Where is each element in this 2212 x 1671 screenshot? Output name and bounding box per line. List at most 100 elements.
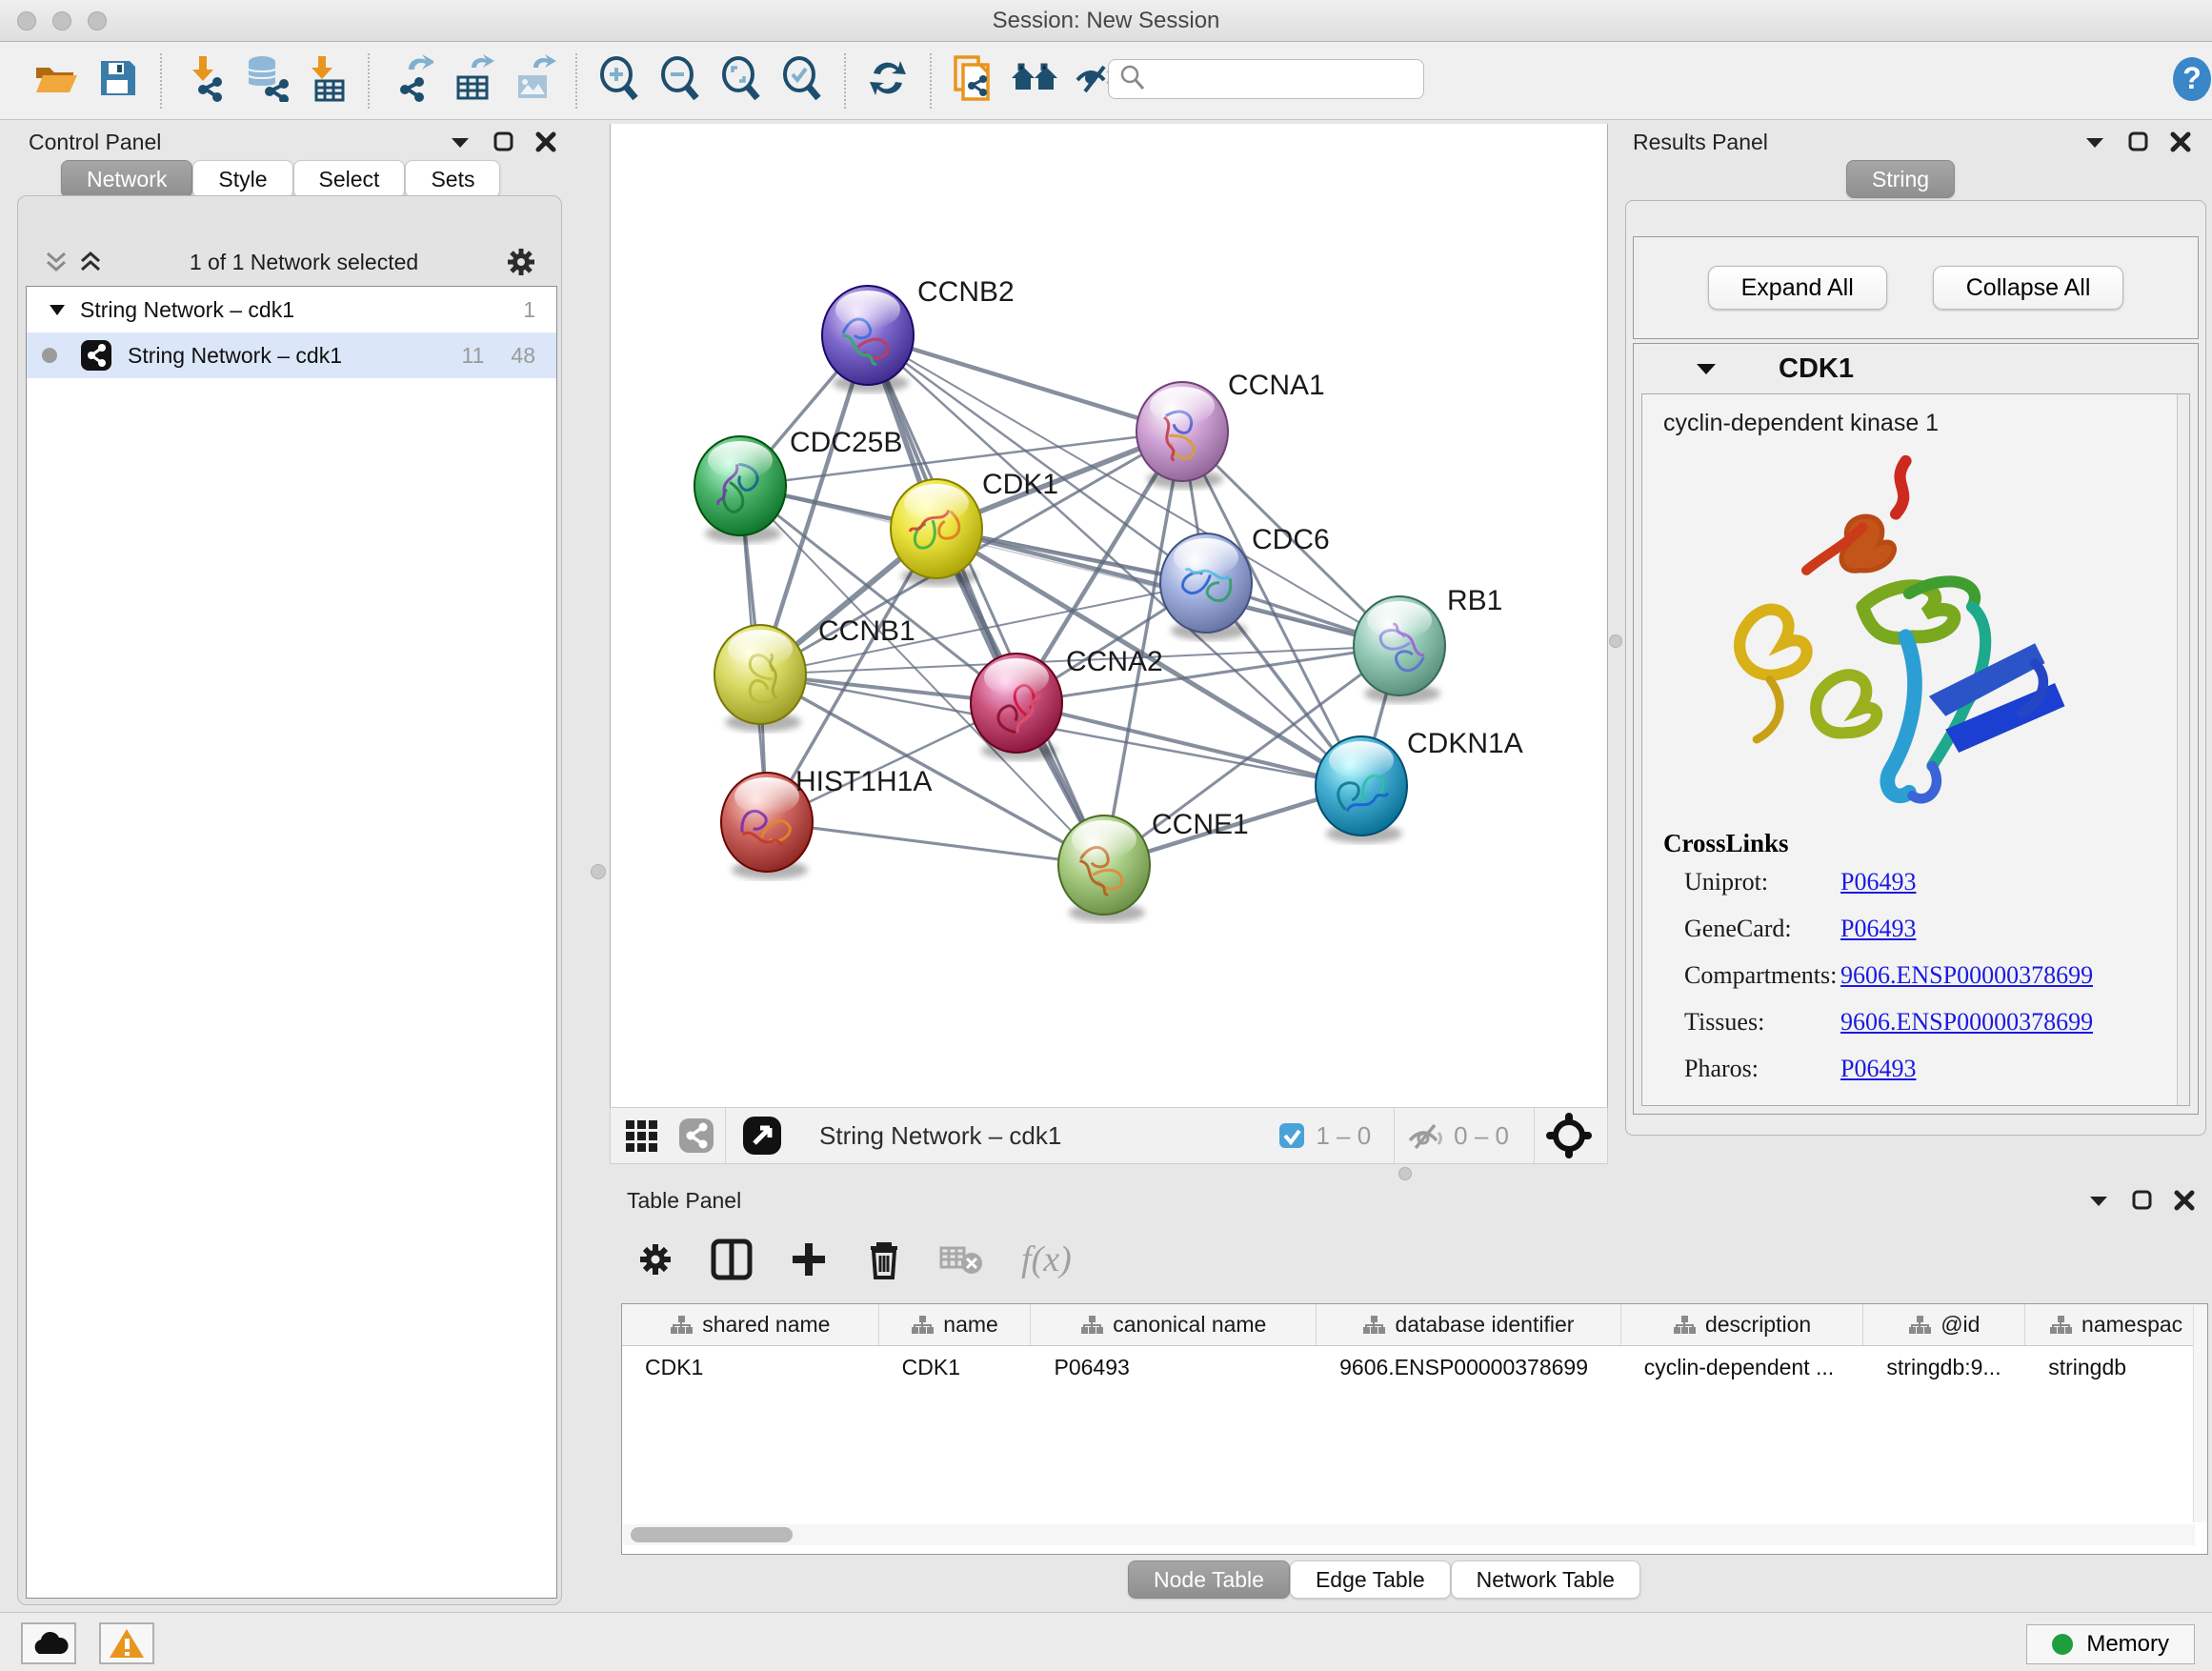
network-selection-status: 1 of 1 Network selected (103, 250, 505, 275)
node-CCNB2[interactable]: CCNB2 (822, 276, 1015, 393)
zoom-in-button[interactable] (589, 52, 650, 110)
node-table[interactable]: shared namenamecanonical namedatabase id… (621, 1303, 2208, 1555)
node-HIST1H1A[interactable]: HIST1H1A (721, 766, 932, 879)
crosslink-link[interactable]: P06493 (1840, 915, 1916, 943)
minimize-window-button[interactable] (52, 11, 71, 30)
zoom-window-button[interactable] (88, 11, 107, 30)
float-panel-icon[interactable] (493, 131, 514, 152)
crosslink-link[interactable]: P06493 (1840, 1055, 1916, 1083)
crosslinks-header: CrossLinks (1663, 829, 2093, 858)
node-label-CCNA2: CCNA2 (1066, 646, 1163, 677)
show-all-button[interactable] (1004, 52, 1065, 110)
scrollbar-thumb[interactable] (631, 1527, 793, 1542)
expand-all-button[interactable]: Expand All (1708, 266, 1887, 310)
collection-expand-icon[interactable] (48, 302, 67, 317)
bottom-splitter-handle[interactable] (1398, 1167, 1412, 1180)
export-image-button[interactable] (503, 52, 564, 110)
save-session-button[interactable] (88, 52, 149, 110)
results-scrollbar[interactable] (2177, 394, 2189, 1105)
network-collection-row[interactable]: String Network – cdk1 1 (27, 287, 556, 332)
table-options-gear-icon[interactable] (636, 1240, 674, 1278)
right-splitter-handle[interactable] (1609, 634, 1622, 648)
column-header-@id[interactable]: @id (1863, 1304, 2025, 1345)
add-column-icon[interactable] (789, 1239, 829, 1279)
zoom-fit-button[interactable] (711, 52, 772, 110)
delete-column-icon[interactable] (865, 1238, 903, 1280)
column-header-canonical-name[interactable]: canonical name (1031, 1304, 1317, 1345)
grid-view-icon[interactable] (624, 1117, 662, 1155)
help-button[interactable]: ? (2168, 55, 2212, 103)
show-columns-icon[interactable] (711, 1238, 753, 1280)
tab-style[interactable]: Style (192, 160, 292, 198)
tab-node-table[interactable]: Node Table (1128, 1560, 1290, 1599)
network-options-gear-icon[interactable] (505, 246, 537, 278)
column-header-namespac[interactable]: namespac (2025, 1304, 2207, 1345)
selected-checkbox-icon[interactable] (1277, 1121, 1306, 1150)
import-network-from-file-button[interactable] (173, 52, 234, 110)
memory-button[interactable]: Memory (2026, 1624, 2195, 1664)
warnings-button[interactable] (99, 1622, 154, 1664)
crosslink-row: Pharos:P06493 (1663, 1055, 2093, 1083)
crosslink-row: Compartments:9606.ENSP00000378699 (1663, 961, 2093, 990)
node-CDK1[interactable]: CDK1 (891, 469, 1058, 586)
column-header-name[interactable]: name (879, 1304, 1032, 1345)
zoom-out-button[interactable] (650, 52, 711, 110)
table-row[interactable]: CDK1CDK1P064939606.ENSP00000378699cyclin… (622, 1346, 2207, 1388)
close-panel-icon[interactable] (2170, 131, 2191, 152)
node-CDC25B[interactable]: CDC25B (694, 427, 902, 543)
import-table-from-file-button[interactable] (295, 52, 356, 110)
close-panel-icon[interactable] (535, 131, 556, 152)
panel-menu-icon[interactable] (450, 134, 473, 150)
panel-menu-icon[interactable] (2084, 134, 2107, 150)
crosslink-link[interactable]: 9606.ENSP00000378699 (1840, 1008, 2093, 1037)
export-table-button[interactable] (442, 52, 503, 110)
node-CCNA1[interactable]: CCNA1 (1136, 370, 1325, 489)
crosslink-link[interactable]: P06493 (1840, 868, 1916, 896)
collapse-all-icon[interactable] (44, 250, 69, 274)
tab-edge-table[interactable]: Edge Table (1290, 1560, 1451, 1599)
network-row[interactable]: String Network – cdk1 11 48 (27, 332, 556, 378)
birds-eye-view-icon[interactable] (741, 1115, 783, 1157)
table-horizontal-scrollbar[interactable] (623, 1524, 2195, 1545)
float-panel-icon[interactable] (2128, 131, 2149, 152)
tab-string[interactable]: String (1846, 160, 1955, 198)
edge-CCNB2-CCNA1[interactable] (868, 335, 1182, 432)
node-CDKN1A[interactable]: CDKN1A (1316, 728, 1523, 843)
panel-menu-icon[interactable] (2088, 1193, 2111, 1208)
open-session-button[interactable] (27, 52, 88, 110)
refresh-button[interactable] (857, 52, 918, 110)
table-vertical-scrollbar[interactable] (2193, 1305, 2207, 1522)
node-RB1[interactable]: RB1 (1354, 585, 1502, 703)
export-network-button[interactable] (381, 52, 442, 110)
crosslink-link[interactable]: 9606.ENSP00000378699 (1840, 961, 2093, 990)
clone-network-button[interactable] (943, 52, 1004, 110)
float-panel-icon[interactable] (2132, 1190, 2153, 1211)
close-window-button[interactable] (17, 11, 36, 30)
column-header-shared-name[interactable]: shared name (622, 1304, 879, 1345)
import-network-from-database-button[interactable] (234, 52, 295, 110)
network-canvas[interactable]: CCNB2CCNA1CDC25BCDK1CDC6RB1CCNB1CCNA2CDK… (610, 124, 1608, 1107)
collapse-all-button[interactable]: Collapse All (1933, 266, 2124, 310)
column-header-database-identifier[interactable]: database identifier (1317, 1304, 1621, 1345)
left-splitter-handle[interactable] (591, 864, 606, 879)
cloud-button[interactable] (21, 1622, 76, 1664)
tab-sets[interactable]: Sets (405, 160, 500, 198)
zoom-selected-button[interactable] (772, 52, 833, 110)
node-CCNE1[interactable]: CCNE1 (1058, 809, 1249, 922)
table-cell: CDK1 (879, 1346, 1032, 1388)
section-collapse-icon[interactable] (1695, 361, 1718, 376)
string-view-icon[interactable] (677, 1117, 715, 1155)
fit-selected-target-icon[interactable] (1544, 1111, 1594, 1160)
crosslink-row: GeneCard:P06493 (1663, 915, 2093, 943)
column-header-description[interactable]: description (1621, 1304, 1864, 1345)
expand-all-icon[interactable] (78, 250, 103, 274)
search-box[interactable] (1108, 59, 1424, 99)
tab-select[interactable]: Select (293, 160, 406, 198)
node-label-CDKN1A: CDKN1A (1407, 728, 1523, 759)
tab-network-table[interactable]: Network Table (1451, 1560, 1640, 1599)
edge-CCNA2-CDKN1A[interactable] (1016, 703, 1361, 786)
edge-HIST1H1A-CCNE1[interactable] (767, 822, 1104, 865)
search-input[interactable] (1147, 67, 1414, 91)
close-panel-icon[interactable] (2174, 1190, 2195, 1211)
tab-network[interactable]: Network (61, 160, 192, 198)
